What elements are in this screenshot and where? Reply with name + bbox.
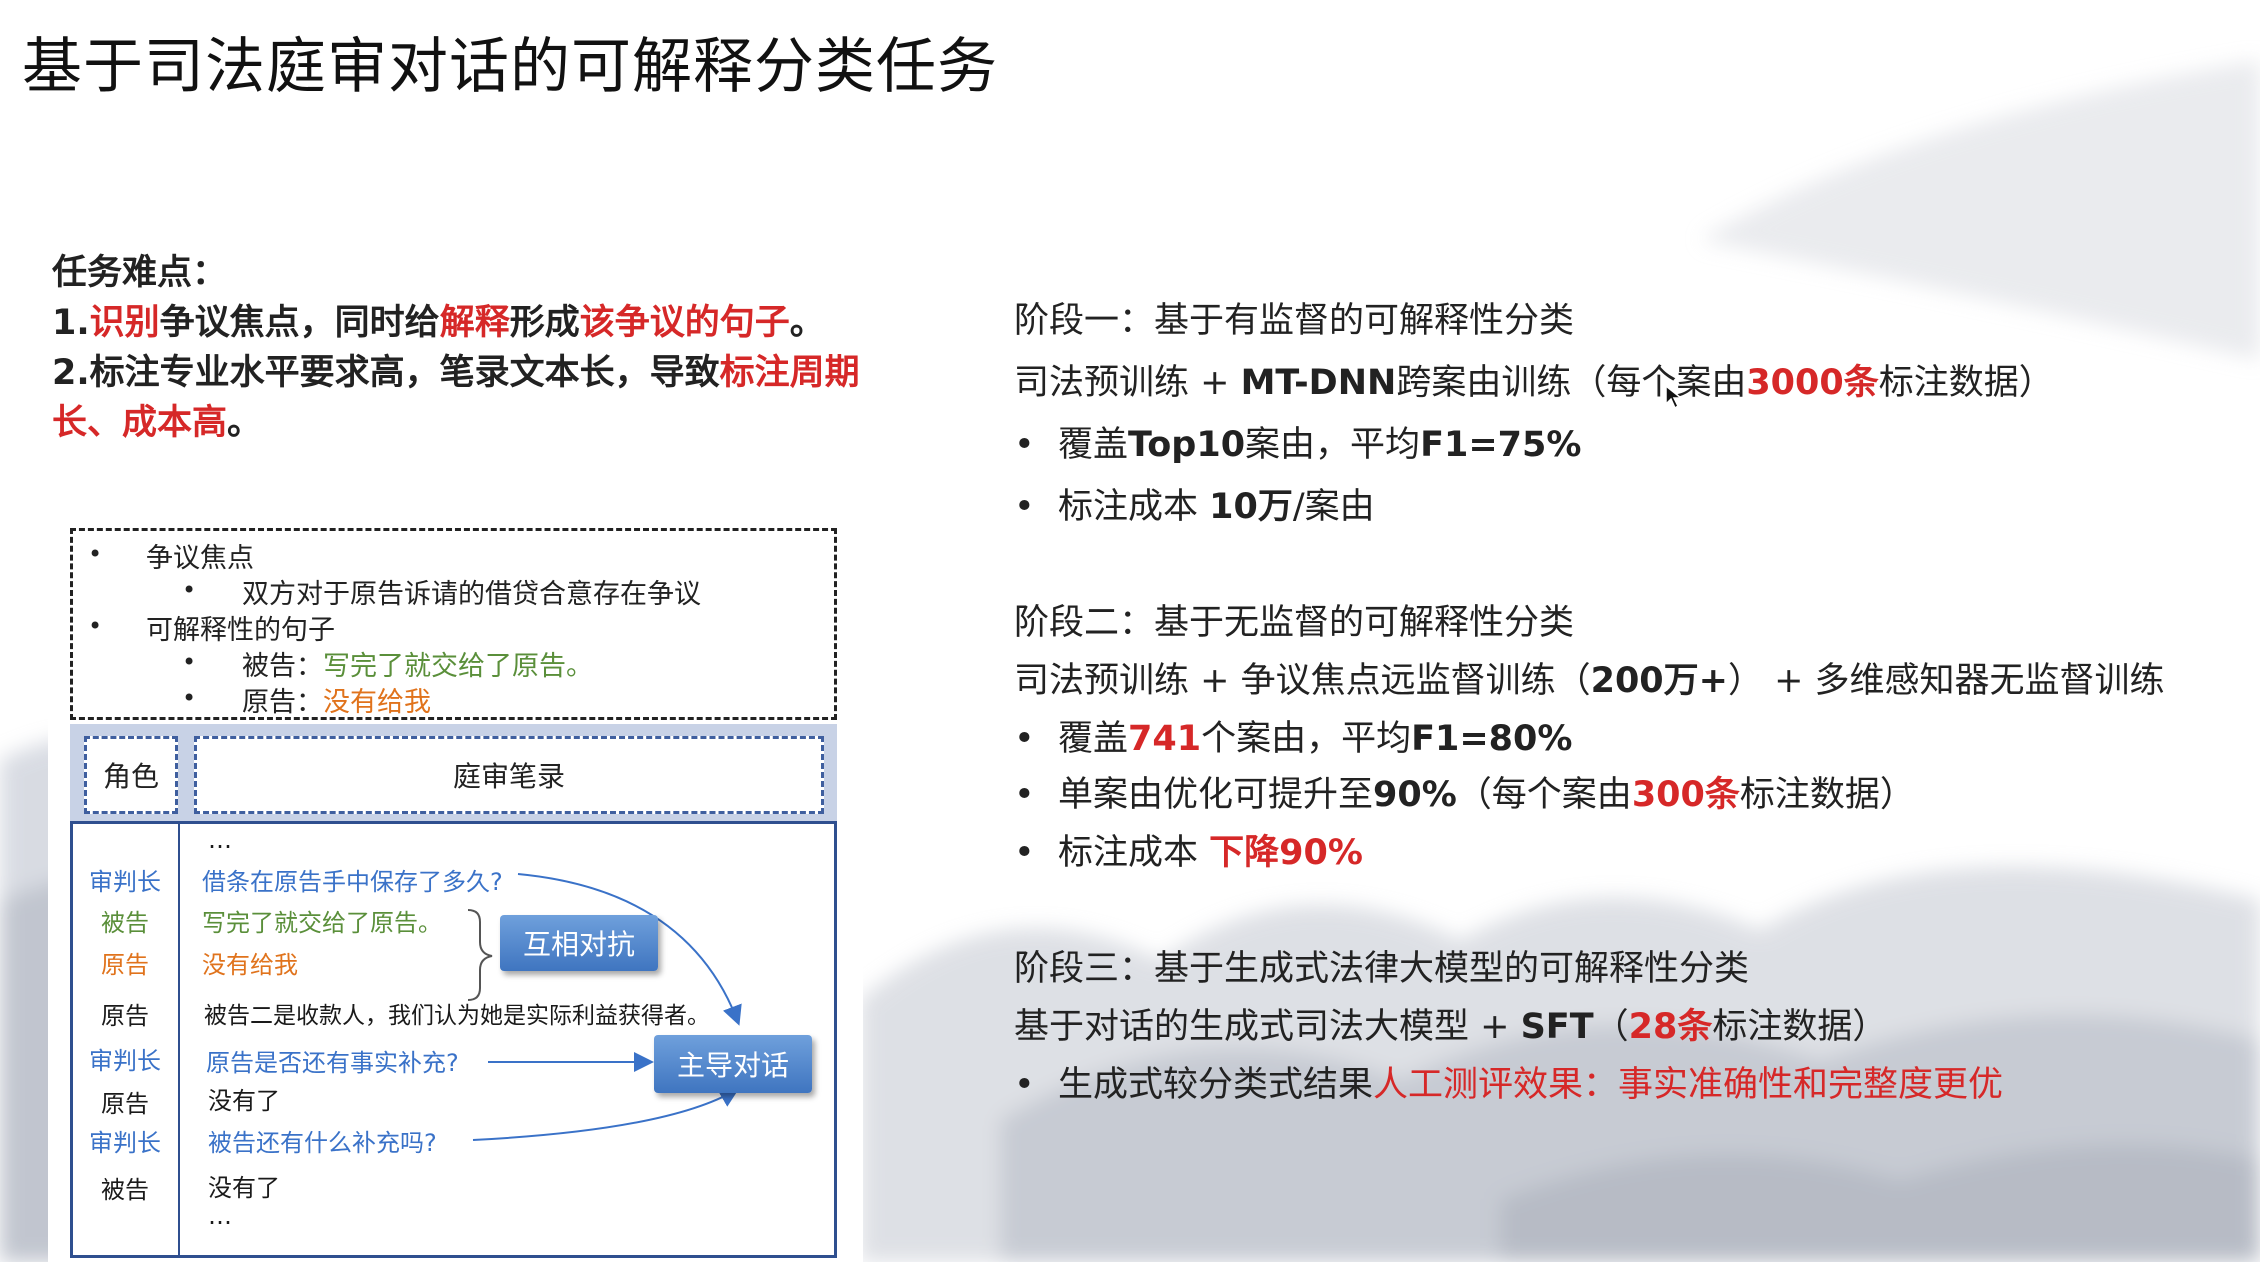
stage-bullet: • 覆盖Top10案由，平均F1=75% (1014, 416, 1581, 467)
text-span: 基于对话的生成式司法大模型 + (1014, 1007, 1521, 1047)
stage-method: 司法预训练 + MT-DNN跨案由训练（每个案由3000条标注数据） (1014, 354, 2054, 405)
slide-title: 基于司法庭审对话的可解释分类任务 (22, 32, 998, 102)
text-span: ） + 多维感知器无监督训练 (1727, 661, 2165, 701)
text-span: 2.标注专业水平要求高，笔录文本长，导致 (52, 353, 720, 393)
text-span: 覆盖 (1058, 425, 1129, 465)
text-span: 。 (227, 403, 263, 443)
stage-bullet: • 标注成本 下降90% (1014, 824, 1363, 875)
task-difficulty-block: 任务难点： 1.识别争议焦点，同时给解释形成该争议的句子。 2.标注专业水平要求… (52, 248, 882, 448)
highlight-span: 741 (1128, 719, 1202, 759)
text-span: 形成 (509, 303, 580, 343)
tag-lead-dialogue: 主导对话 (654, 1035, 812, 1093)
difficulty-line-1: 1.识别争议焦点，同时给解释形成该争议的句子。 (52, 298, 882, 348)
text-span: /案由 (1292, 487, 1375, 527)
stage-title: 阶段二：基于无监督的可解释性分类 (1014, 603, 1575, 643)
text-span: （每个案由 (1456, 775, 1632, 815)
bullet-dot: • (1014, 487, 1035, 527)
trial-record-figure: • 争议焦点 • 双方对于原告诉请的借贷合意存在争议 • 可解释性的句子 • 被… (48, 510, 863, 1262)
text-span: 跨案由训练（每个案由 (1396, 363, 1747, 403)
bold-span: F1=80% (1411, 719, 1573, 759)
text-span: 覆盖 (1058, 719, 1129, 759)
bold-span: 10万 (1209, 487, 1293, 527)
bold-span: F1=75% (1420, 425, 1582, 465)
arrow-supplement-to-lead (472, 1087, 740, 1141)
text-span: 标注数据） (1878, 363, 2054, 403)
text-span: 标注成本 (1058, 833, 1210, 873)
text-span: 生成式较分类式结果 (1058, 1065, 1374, 1105)
bullet-dot: • (1014, 425, 1035, 465)
mouse-cursor-icon (1665, 384, 1684, 410)
highlight-span: 300条 (1631, 775, 1740, 815)
text-span: 案由，平均 (1245, 425, 1421, 465)
text-span: 标注成本 (1058, 487, 1210, 527)
text-span: 标注数据） (1739, 775, 1915, 815)
text-span: 争议焦点，同时给 (159, 303, 440, 343)
text-span: 单案由优化可提升至 (1058, 775, 1374, 815)
tag-confront: 互相对抗 (500, 915, 658, 971)
difficulty-line-2: 2.标注专业水平要求高，笔录文本长，导致标注周期长、成本高。 (52, 348, 882, 448)
stage-bullet: • 标注成本 10万/案由 (1014, 478, 1375, 529)
text-span: 司法预训练 + 争议焦点远监督训练（ (1014, 661, 1591, 701)
highlight-span: 3000条 (1746, 363, 1879, 403)
stage-bullet: • 生成式较分类式结果人工测评效果：事实准确性和完整度更优 (1014, 1056, 2003, 1107)
highlight-span: 识别 (89, 303, 160, 343)
highlight-span: 解释 (439, 303, 510, 343)
highlight-span: 下降90% (1209, 833, 1363, 873)
text-span: 司法预训练 + (1014, 363, 1241, 403)
bold-span: MT-DNN (1240, 363, 1397, 403)
bullet-dot: • (1014, 775, 1035, 815)
highlight-span: 28条 (1628, 1007, 1713, 1047)
bullet-dot: • (1014, 833, 1035, 873)
stage-method: 司法预训练 + 争议焦点远监督训练（200万+） + 多维感知器无监督训练 (1014, 652, 2165, 703)
figure-arrows (467, 873, 742, 1141)
highlight-span: 人工测评效果：事实准确性和完整度更优 (1373, 1065, 2004, 1105)
text-span: 个案由，平均 (1201, 719, 1412, 759)
stage-bullet: • 覆盖741个案由，平均F1=80% (1014, 710, 1572, 761)
difficulty-heading: 任务难点： (52, 253, 228, 293)
highlight-span: 该争议的句子 (579, 303, 790, 343)
text-span: （ (1593, 1007, 1629, 1047)
bold-span: 90% (1373, 775, 1457, 815)
bullet-dot: • (1014, 719, 1035, 759)
stage-bullet: • 单案由优化可提升至90%（每个案由300条标注数据） (1014, 766, 1915, 817)
bold-span: 200万+ (1590, 661, 1728, 701)
stage-method: 基于对话的生成式司法大模型 + SFT（28条标注数据） (1014, 998, 1887, 1049)
brace-icon (467, 909, 493, 1001)
text-span: 标注数据） (1712, 1007, 1888, 1047)
bold-span: Top10 (1128, 425, 1246, 465)
bold-span: SFT (1520, 1007, 1594, 1047)
bullet-dot: • (1014, 1065, 1035, 1105)
text-span: 。 (789, 303, 825, 343)
text-span: 1. (52, 303, 90, 343)
stage-title: 阶段一：基于有监督的可解释性分类 (1014, 301, 1575, 341)
stage-title: 阶段三：基于生成式法律大模型的可解释性分类 (1014, 949, 1750, 989)
